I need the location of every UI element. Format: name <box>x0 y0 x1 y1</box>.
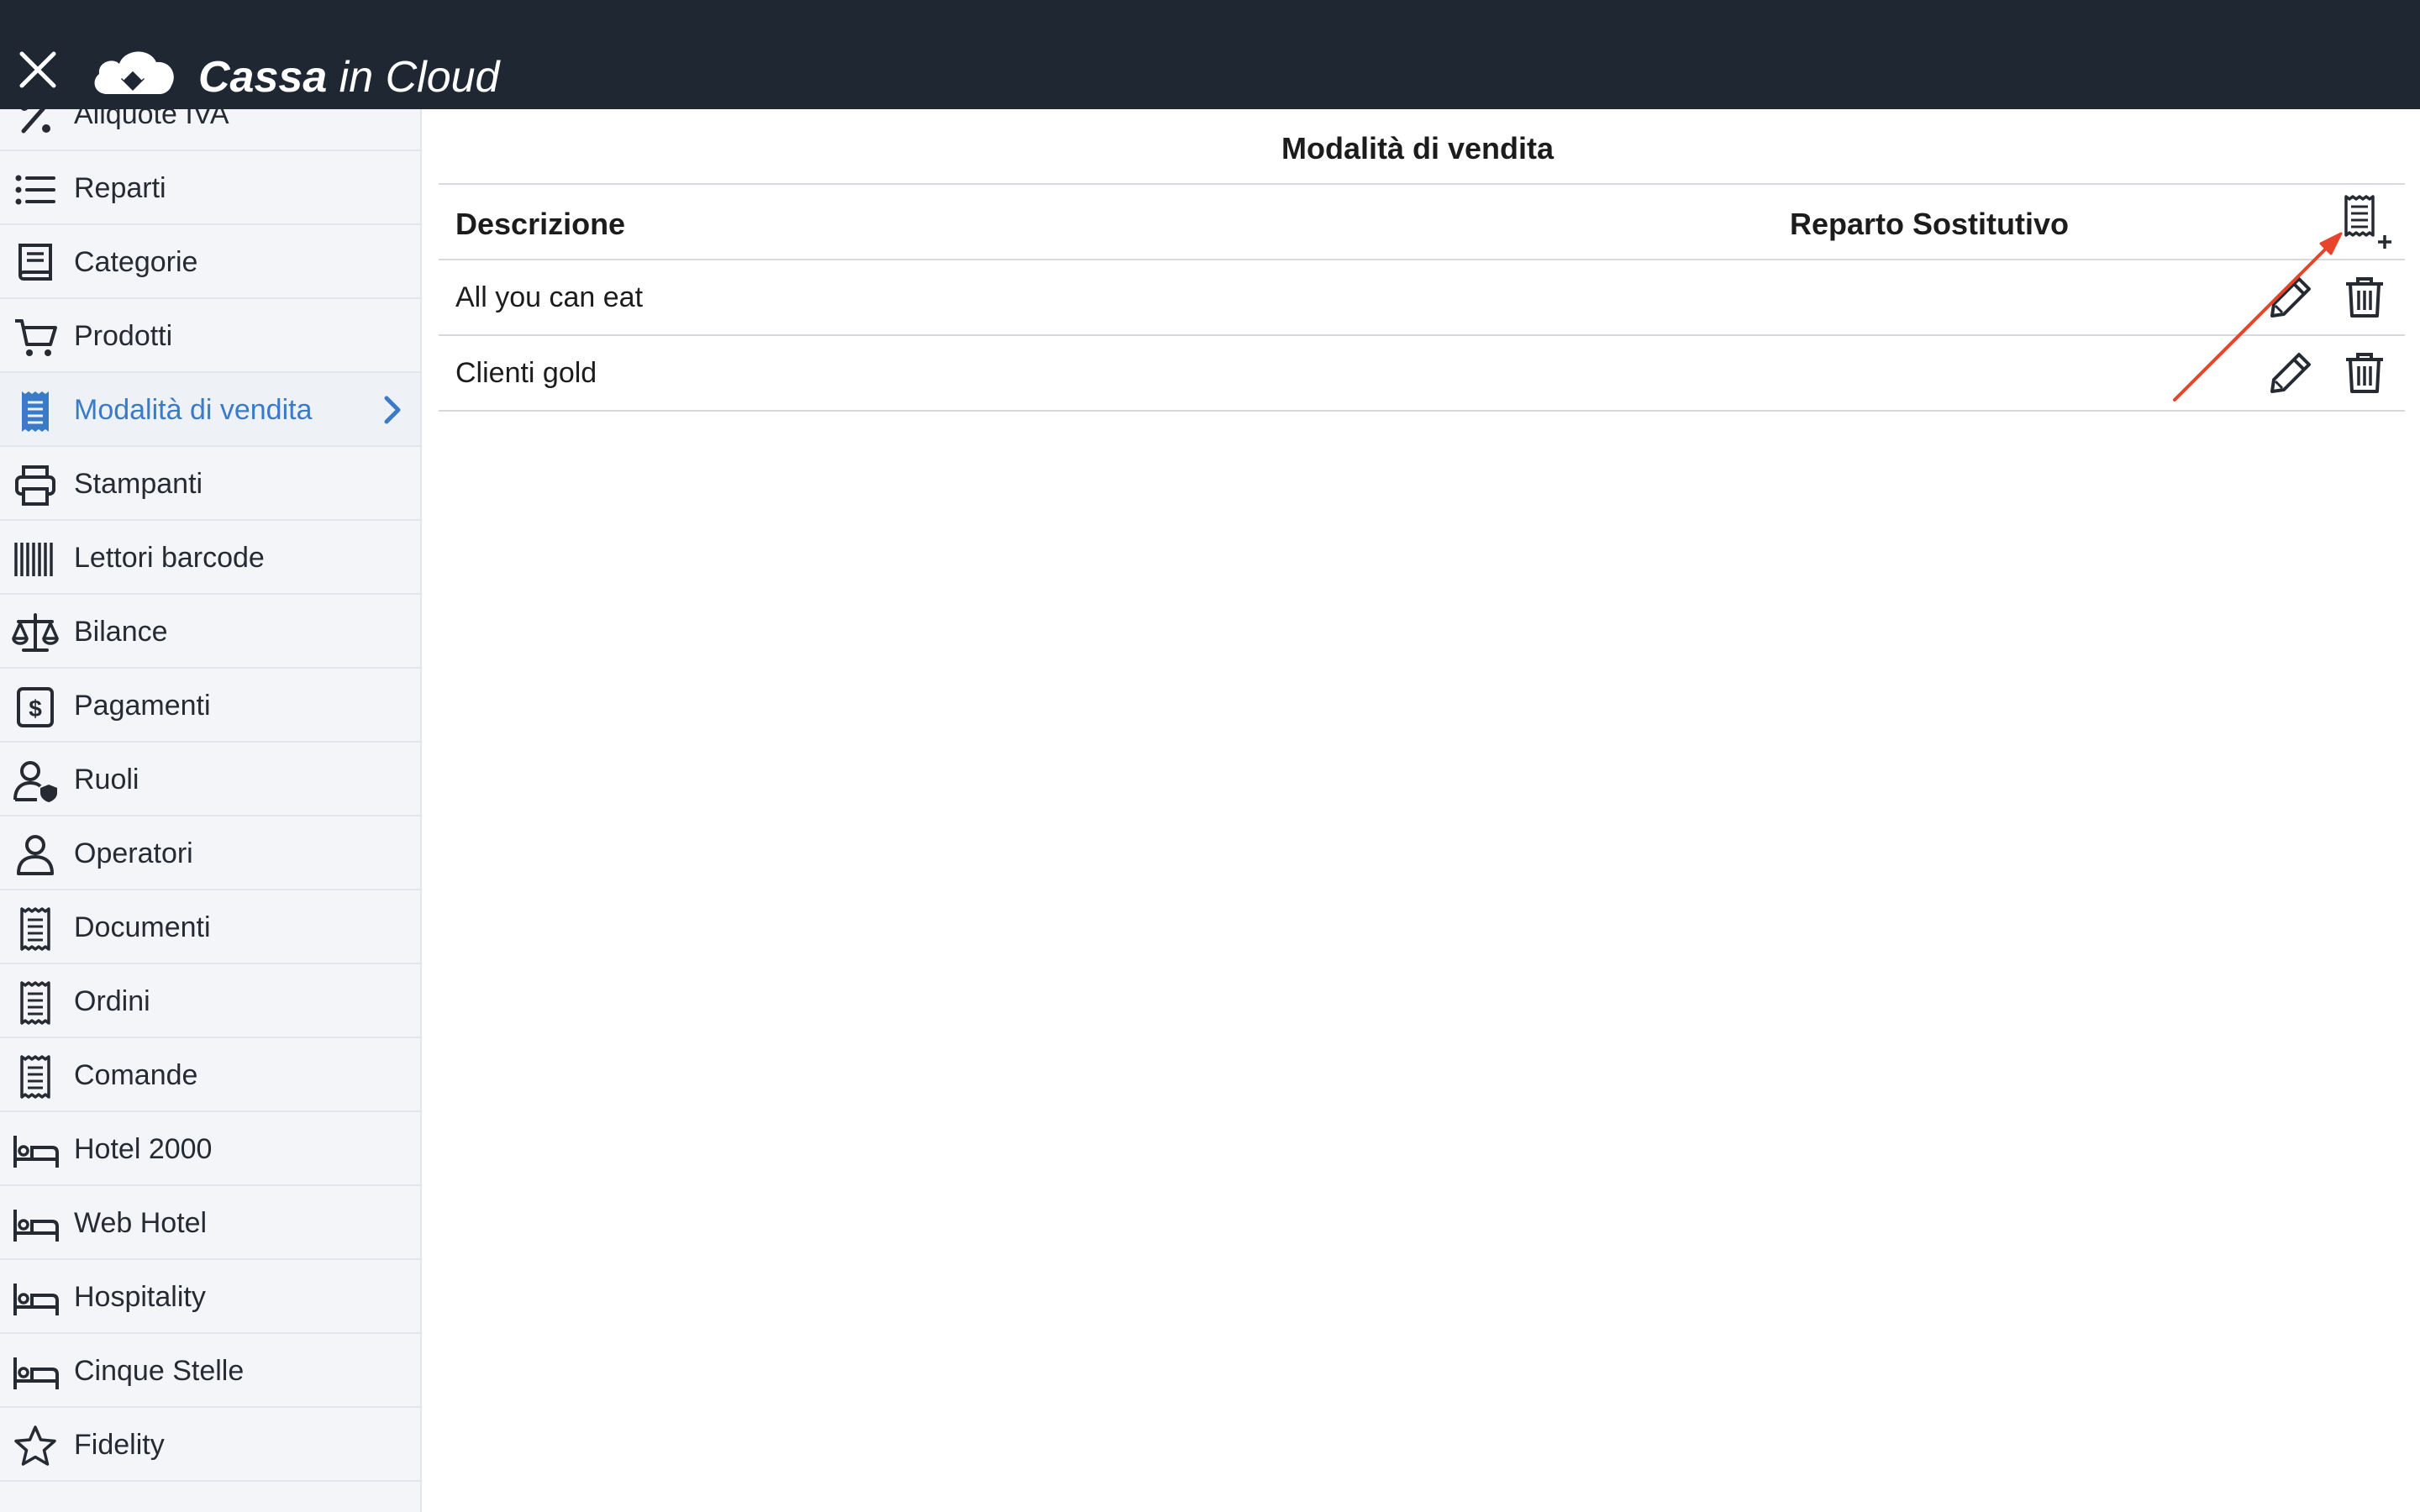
sidebar-item-label: Categorie <box>74 246 198 278</box>
sidebar-item-label: Bilance <box>74 616 168 648</box>
sidebar-item-label: Stampanti <box>74 468 203 500</box>
edit-pencil-icon[interactable] <box>2267 274 2314 321</box>
top-bar: Cassa in Cloud <box>0 0 2420 109</box>
sidebar-item-ruoli[interactable]: Ruoli <box>0 743 420 816</box>
divider <box>439 334 2405 336</box>
sidebar-item-prodotti[interactable]: Prodotti <box>0 299 420 373</box>
sidebar-item-bilance[interactable]: Bilance <box>0 595 420 669</box>
sidebar: Aliquote IVA Reparti Categorie Prodotti … <box>0 109 422 1512</box>
sidebar-item-label: Operatori <box>74 837 193 869</box>
sidebar-item-label: Hotel 2000 <box>74 1133 213 1165</box>
sidebar-item-comande[interactable]: Comande <box>0 1038 420 1112</box>
sidebar-item-label: Reparti <box>74 172 166 204</box>
trash-icon[interactable] <box>2343 349 2386 396</box>
sidebar-item-ordini[interactable]: Ordini <box>0 964 420 1038</box>
main-content: Modalità di vendita Descrizione Reparto … <box>422 109 2420 1512</box>
page-title: Modalità di vendita <box>1281 131 1555 165</box>
dollar-icon: $ <box>17 687 54 727</box>
column-header-descrizione[interactable]: Descrizione <box>455 205 625 244</box>
sidebar-item-documenti[interactable]: Documenti <box>0 890 420 964</box>
sidebar-item-hotel-2000[interactable]: Hotel 2000 <box>0 1112 420 1186</box>
receipt-icon <box>22 391 49 432</box>
sidebar-item-modalita-di-vendita[interactable]: Modalità di vendita <box>0 373 420 447</box>
sidebar-item-label: Aliquote IVA <box>74 109 229 130</box>
sidebar-item-cinque-stelle[interactable]: Cinque Stelle <box>0 1334 420 1408</box>
brand-bold: Cassa <box>198 53 328 102</box>
sidebar-item-label: Lettori barcode <box>74 542 265 574</box>
sidebar-item-label: Fidelity <box>74 1429 165 1461</box>
divider <box>439 183 2405 185</box>
percent-icon <box>21 109 50 134</box>
app-brand: Cassa in Cloud <box>198 50 499 104</box>
cell-descrizione: All you can eat <box>455 281 644 313</box>
cart-icon <box>15 319 57 356</box>
sidebar-item-label: Comande <box>74 1059 198 1091</box>
scale-icon <box>12 613 59 652</box>
bed-icon <box>13 1284 59 1315</box>
bed-icon <box>13 1136 59 1168</box>
divider <box>439 259 2405 260</box>
bed-icon <box>13 1210 59 1242</box>
sidebar-item-operatori[interactable]: Operatori <box>0 816 420 890</box>
user-icon <box>17 835 54 875</box>
sidebar-item-label: Pagamenti <box>74 690 211 722</box>
list-icon <box>15 175 55 205</box>
receipt-icon <box>20 907 50 951</box>
barcode-icon <box>14 543 53 576</box>
edit-pencil-icon[interactable] <box>2267 349 2314 396</box>
user-shield-icon <box>13 761 57 802</box>
column-header-reparto-sostitutivo[interactable]: Reparto Sostitutivo <box>1790 205 2069 244</box>
chevron-right-icon <box>384 396 401 424</box>
sidebar-item-web-hotel[interactable]: Web Hotel <box>0 1186 420 1260</box>
sidebar-item-stampanti[interactable]: Stampanti <box>0 447 420 521</box>
sidebar-item-hospitality[interactable]: Hospitality <box>0 1260 420 1334</box>
sidebar-item-label: Ruoli <box>74 764 139 795</box>
book-icon <box>18 244 52 281</box>
sidebar-item-aliquote-iva[interactable]: Aliquote IVA <box>0 109 420 151</box>
printer-icon <box>15 465 55 506</box>
brand-light: in Cloud <box>327 53 500 102</box>
sidebar-item-categorie[interactable]: Categorie <box>0 225 420 299</box>
sidebar-item-label: Hospitality <box>74 1281 206 1313</box>
sidebar-item-label: Cinque Stelle <box>74 1355 245 1387</box>
cell-descrizione: Clienti gold <box>455 357 597 389</box>
receipt-icon <box>20 1055 50 1099</box>
receipt-icon <box>20 981 50 1025</box>
sidebar-item-reparti[interactable]: Reparti <box>0 151 420 225</box>
trash-icon[interactable] <box>2343 274 2386 321</box>
sidebar-item-label: Ordini <box>74 985 150 1017</box>
star-icon <box>14 1425 56 1466</box>
sidebar-item-label: Prodotti <box>74 320 173 352</box>
bed-icon <box>13 1357 59 1389</box>
sidebar-item-label: Modalità di vendita <box>74 394 313 426</box>
sidebar-item-fidelity[interactable]: Fidelity <box>0 1408 420 1482</box>
close-icon[interactable] <box>17 49 59 91</box>
sidebar-item-label: Documenti <box>74 911 211 943</box>
add-receipt-icon[interactable] <box>2341 193 2395 250</box>
sidebar-item-label: Web Hotel <box>74 1207 208 1239</box>
sidebar-item-lettori-barcode[interactable]: Lettori barcode <box>0 521 420 595</box>
divider <box>439 410 2405 412</box>
cloud-logo-icon <box>94 51 174 94</box>
sidebar-item-pagamenti[interactable]: $ Pagamenti <box>0 669 420 743</box>
svg-text:$: $ <box>29 696 42 722</box>
